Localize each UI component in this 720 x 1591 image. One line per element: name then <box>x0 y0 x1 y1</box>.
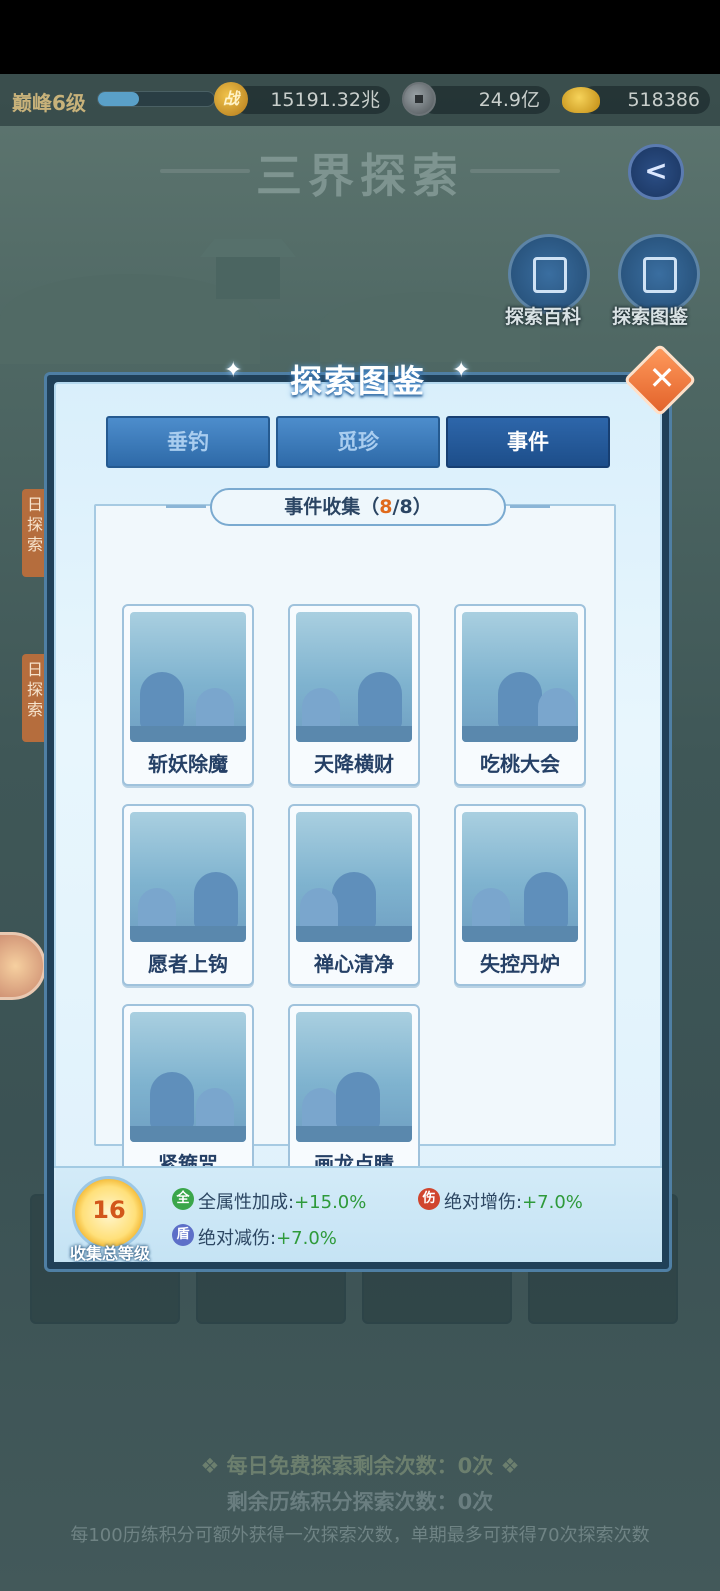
avatar[interactable] <box>0 932 46 1000</box>
all-attribute-icon: 全 <box>172 1188 194 1210</box>
tab-fishing[interactable]: 垂钓 <box>106 416 270 468</box>
event-card-name: 斩妖除魔 <box>148 752 228 776</box>
attr-all-bonus: 全属性加成:+15.0% <box>198 1188 366 1214</box>
damage-reduction-icon: 盾 <box>172 1224 194 1246</box>
event-card-image <box>296 812 412 942</box>
event-card-image <box>462 612 578 742</box>
free-explore-count: ❖ 每日免费探索剩余次数：0次 ❖ <box>200 1454 520 1478</box>
attr-damage-boost-value: +7.0% <box>522 1192 583 1213</box>
close-icon[interactable]: ✕ <box>644 360 680 396</box>
explore-gallery-dialog: ✦ ✦ 探索图鉴 ✕ 垂钓 觅珍 事件 事件收集（8/8） 斩妖除魔 天降横财 … <box>44 343 697 1272</box>
collection-level-value: 16 <box>92 1196 126 1224</box>
event-card-name: 天降横财 <box>314 752 394 776</box>
explore-encyclopedia-label: 探索百科 <box>505 306 582 328</box>
back-button[interactable]: < <box>628 144 684 200</box>
damage-boost-icon: 伤 <box>418 1188 440 1210</box>
event-card[interactable]: 斩妖除魔 <box>122 604 254 786</box>
collection-counter: 事件收集（8/8） <box>166 488 550 526</box>
xp-bar <box>97 91 215 107</box>
silver-pill: 24.9亿 <box>420 86 550 114</box>
explore-gallery-label: 探索图鉴 <box>612 306 689 328</box>
book-icon <box>533 257 567 293</box>
explore-scene: 巅峰6级 15191.32兆 战 24.9亿 518386 三界探索 < 探索百… <box>0 74 720 1591</box>
pagoda-decoration <box>200 239 296 299</box>
event-card-image <box>296 612 412 742</box>
dialog-title: 探索图鉴 <box>289 362 426 400</box>
collection-bonus-bar: 16 收集总等级 全 全属性加成:+15.0% 伤 绝对增伤:+7.0% 盾 绝… <box>54 1166 662 1263</box>
attr-damage-reduction-value: +7.0% <box>276 1228 337 1249</box>
event-card[interactable]: 愿者上钩 <box>122 804 254 986</box>
collection-collected: 8 <box>379 496 393 518</box>
remaining-explore-count: 剩余历练积分探索次数：0次 <box>226 1490 494 1514</box>
event-card-name: 愿者上钩 <box>148 952 228 976</box>
event-card-image <box>462 812 578 942</box>
counter-decoration-right <box>510 505 550 508</box>
event-card[interactable]: 画龙点睛 <box>288 1004 420 1186</box>
power-icon: 战 <box>214 82 248 116</box>
event-card[interactable]: 吃桃大会 <box>454 604 586 786</box>
event-card-image <box>130 812 246 942</box>
collection-level-label: 收集总等级 <box>69 1244 150 1263</box>
attr-damage-reduction-label: 绝对减伤: <box>198 1228 277 1249</box>
power-value: 15191.32兆 <box>270 89 380 111</box>
power-pill: 15191.32兆 <box>232 86 390 114</box>
event-card[interactable]: 失控丹炉 <box>454 804 586 986</box>
event-card-name: 吃桃大会 <box>480 752 560 776</box>
status-bar <box>0 0 720 74</box>
collection-total: /8） <box>392 496 432 518</box>
gallery-tabs: 垂钓 觅珍 事件 <box>106 416 610 468</box>
back-arrow-icon: < <box>644 154 668 187</box>
event-card-name: 失控丹炉 <box>480 952 560 976</box>
attr-damage-reduction: 绝对减伤:+7.0% <box>198 1224 337 1250</box>
silver-value: 24.9亿 <box>478 89 540 111</box>
gold-value: 518386 <box>627 89 700 111</box>
event-card-image <box>296 1012 412 1142</box>
attr-damage-boost: 绝对增伤:+7.0% <box>444 1188 583 1214</box>
explore-rule-text: 每100历练积分可额外获得一次探索次数，单期最多可获得70次探索次数 <box>70 1525 650 1546</box>
event-card-name: 禅心清净 <box>314 952 394 976</box>
counter-decoration-left <box>166 505 206 508</box>
xp-fill <box>98 92 139 106</box>
tab-events[interactable]: 事件 <box>446 416 610 468</box>
event-card[interactable]: 天降横财 <box>288 604 420 786</box>
event-card[interactable]: 禅心清净 <box>288 804 420 986</box>
event-card-image <box>130 612 246 742</box>
resource-bar: 巅峰6级 15191.32兆 战 24.9亿 518386 <box>0 74 720 126</box>
scene-title: 三界探索 <box>256 149 464 203</box>
attr-all-value: +15.0% <box>294 1192 367 1213</box>
event-card-image <box>130 1012 246 1142</box>
attr-all-label: 全属性加成: <box>198 1192 295 1213</box>
attr-damage-boost-label: 绝对增伤: <box>444 1192 523 1213</box>
coin-icon <box>402 82 436 116</box>
event-card[interactable]: 紧箍咒 <box>122 1004 254 1186</box>
picture-icon <box>643 257 677 293</box>
tab-treasure[interactable]: 觅珍 <box>276 416 440 468</box>
player-level: 巅峰6级 <box>12 91 86 115</box>
gold-ingot-icon <box>562 87 600 113</box>
collection-label: 事件收集（ <box>284 496 380 518</box>
